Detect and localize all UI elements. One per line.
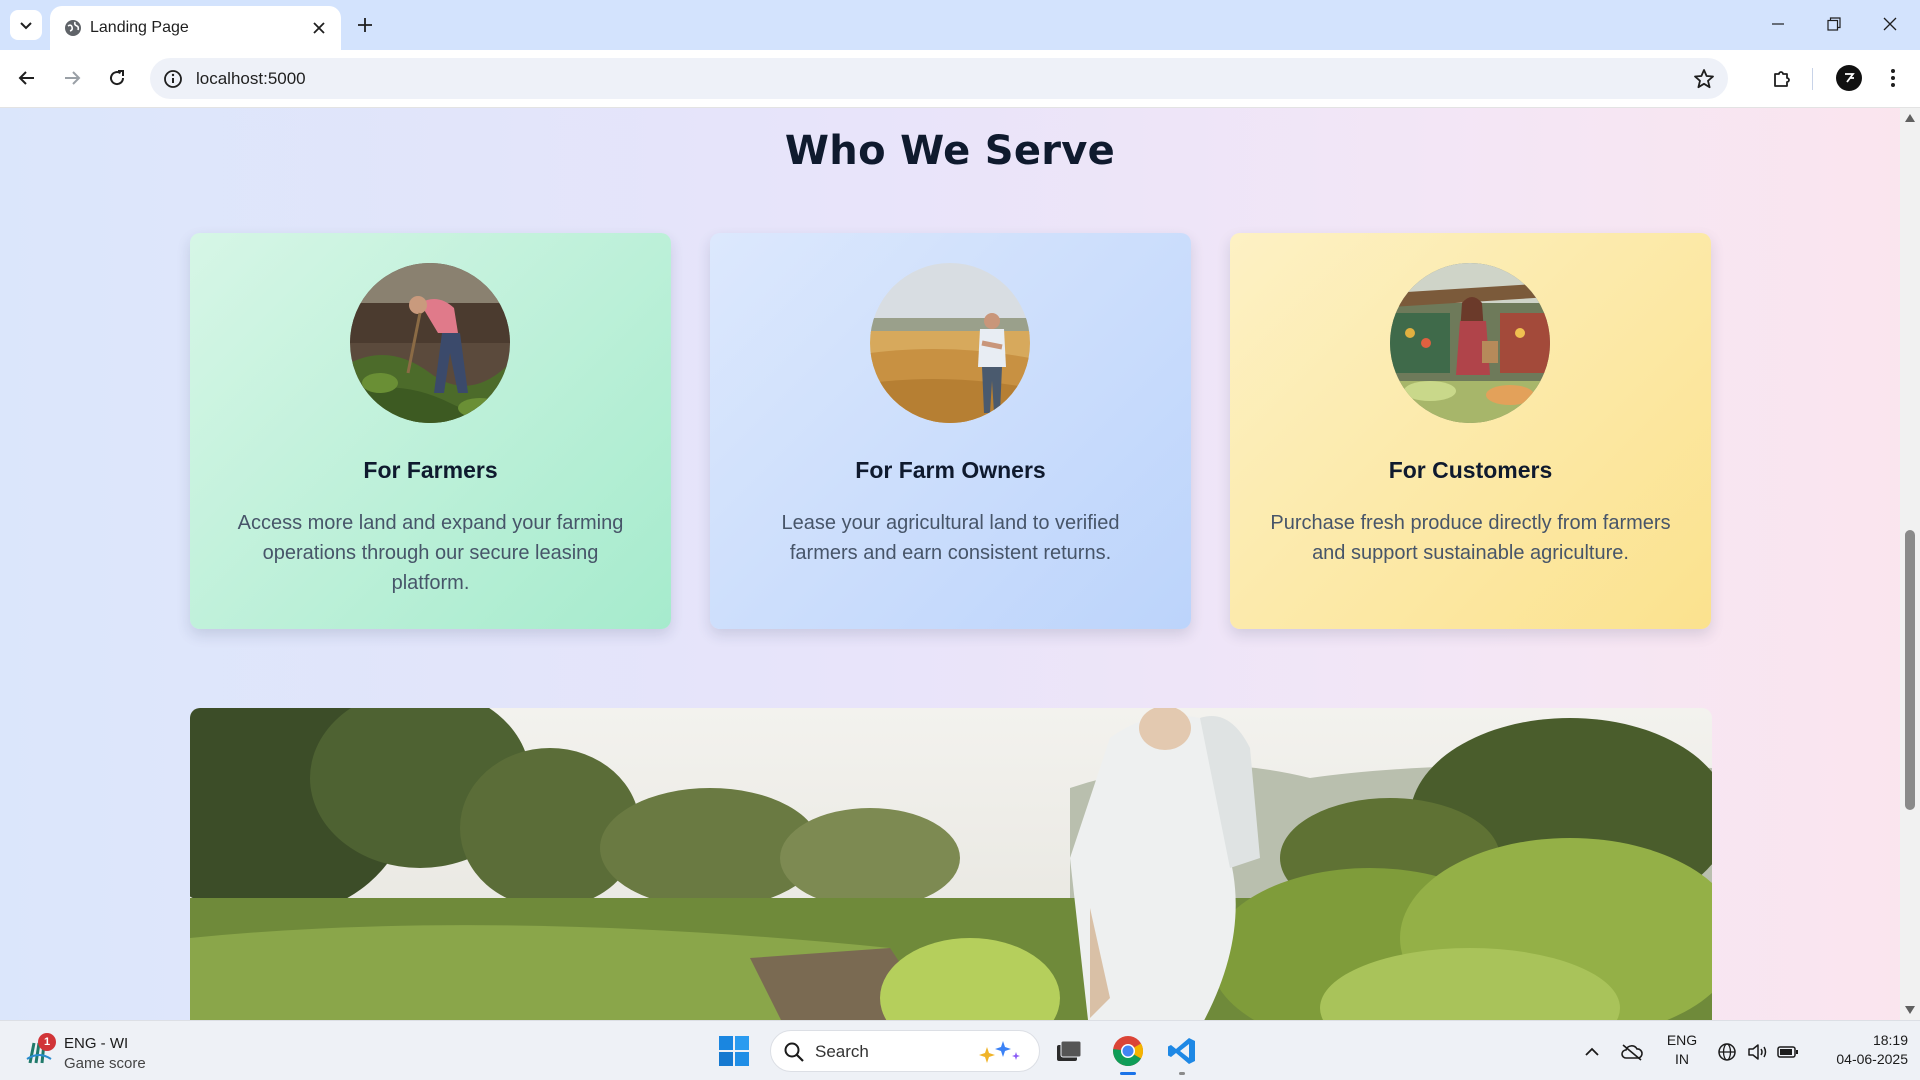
puzzle-icon [1774, 71, 1790, 87]
card-title: For Farmers [363, 457, 498, 483]
taskbar-search-box[interactable]: Search [770, 1030, 1040, 1072]
reload-button[interactable] [101, 62, 133, 94]
active-tab[interactable]: Landing Page [50, 6, 341, 50]
copilot-sparkle-icon [979, 1041, 1020, 1063]
card-description: Access more land and expand your farming… [237, 512, 624, 594]
farmer-photo [350, 263, 510, 423]
plus-icon [358, 18, 372, 32]
search-placeholder: Search [815, 1042, 869, 1061]
windows-taskbar: 1 ENG - WI Game score Search ENG IN 18:1… [0, 1020, 1920, 1080]
section-title: Who We Serve [784, 128, 1116, 174]
card-farm-owners: For Farm Owners Lease your agricultural … [710, 233, 1191, 629]
triangle-down-icon [1905, 1006, 1915, 1014]
taskbar-chrome[interactable] [1108, 1031, 1148, 1075]
scroll-down-arrow[interactable] [1904, 1004, 1916, 1016]
taskbar-vscode[interactable] [1162, 1031, 1202, 1075]
forward-button[interactable] [56, 62, 88, 94]
chevron-up-icon [1585, 1047, 1599, 1056]
profile-avatar[interactable] [1836, 65, 1862, 91]
volume-control[interactable] [1746, 1041, 1770, 1063]
taskbar-file-explorer[interactable] [1049, 1031, 1089, 1071]
url-text[interactable]: localhost:5000 [196, 69, 306, 89]
audience-cards: For Farmers Access more land and expand … [190, 233, 1712, 629]
widgets-button[interactable]: 1 ENG - WI Game score [22, 1029, 222, 1073]
hero-image [190, 708, 1712, 1020]
new-tab-button[interactable] [353, 10, 377, 40]
tab-search-button[interactable] [10, 10, 42, 40]
show-hidden-icons-button[interactable] [1580, 1041, 1604, 1063]
system-clock[interactable]: 18:19 04-06-2025 [1812, 1031, 1908, 1069]
card-description: Purchase fresh produce directly from far… [1270, 512, 1671, 564]
more-vertical-icon [1891, 69, 1895, 87]
chrome-icon [1113, 1036, 1144, 1067]
chevron-down-icon [20, 22, 32, 30]
card-title: For Farm Owners [855, 457, 1046, 483]
extensions-button[interactable] [1766, 62, 1798, 94]
minimize-button[interactable] [1750, 0, 1806, 48]
task-view-icon [1057, 1040, 1082, 1061]
speaker-icon [1748, 1044, 1767, 1060]
restore-icon [1827, 17, 1841, 31]
bookmark-star-icon[interactable] [1692, 67, 1716, 91]
triangle-up-icon [1905, 114, 1915, 122]
card-title: For Customers [1388, 457, 1553, 483]
active-app-indicator [1120, 1072, 1136, 1075]
arrow-left-icon [18, 71, 34, 85]
network-status[interactable] [1715, 1041, 1739, 1063]
tab-strip: Landing Page [0, 0, 1920, 50]
close-window-button[interactable] [1862, 0, 1918, 48]
page-viewport: Who We Serve For Farmers Access more lan… [0, 108, 1920, 1020]
running-app-indicator [1179, 1072, 1185, 1075]
battery-icon [1777, 1046, 1798, 1058]
windows-start-icon[interactable] [718, 1035, 750, 1067]
profile-icon [1845, 73, 1855, 83]
language-code: ENG [1666, 1032, 1698, 1048]
onedrive-status[interactable] [1620, 1041, 1644, 1063]
customer-photo [1390, 263, 1550, 423]
globe-icon [65, 20, 81, 36]
widget-subtitle: Game score [64, 1055, 146, 1072]
browser-toolbar: localhost:5000 [0, 50, 1920, 108]
restore-button[interactable] [1806, 0, 1862, 48]
close-icon [1883, 17, 1897, 31]
card-customers: For Customers Purchase fresh produce dir… [1230, 233, 1711, 629]
scroll-thumb[interactable] [1905, 530, 1915, 810]
scroll-up-arrow[interactable] [1904, 112, 1916, 124]
tab-title: Landing Page [90, 19, 189, 36]
card-farmers: For Farmers Access more land and expand … [190, 233, 671, 629]
card-description: Lease your agricultural land to verified… [781, 512, 1120, 564]
notification-badge: 1 [38, 1033, 56, 1051]
clock-date: 04-06-2025 [1836, 1051, 1908, 1067]
battery-status[interactable] [1776, 1041, 1800, 1063]
arrow-right-icon [65, 71, 81, 85]
close-icon [313, 22, 325, 34]
address-bar[interactable]: localhost:5000 [150, 58, 1728, 99]
globe-network-icon [1718, 1043, 1736, 1061]
site-info-icon[interactable] [162, 68, 184, 90]
cloud-off-icon [1621, 1044, 1643, 1061]
screen: Landing Page localhost:5000 Who We Serve… [0, 0, 1920, 1080]
clock-time: 18:19 [1872, 1032, 1908, 1048]
search-icon [784, 1042, 804, 1062]
input-language[interactable]: ENG IN [1662, 1031, 1702, 1069]
chrome-menu-button[interactable] [1877, 62, 1909, 94]
farm-owner-photo [870, 263, 1030, 423]
toolbar-divider [1812, 68, 1813, 90]
region-code: IN [1675, 1051, 1689, 1067]
tab-close-button[interactable] [309, 18, 329, 38]
minimize-icon [1772, 23, 1784, 25]
widget-title: ENG - WI [64, 1035, 129, 1052]
back-button[interactable] [11, 62, 43, 94]
page-scrollbar[interactable] [1900, 108, 1920, 1020]
vscode-icon [1168, 1038, 1195, 1064]
reload-icon [110, 70, 125, 86]
